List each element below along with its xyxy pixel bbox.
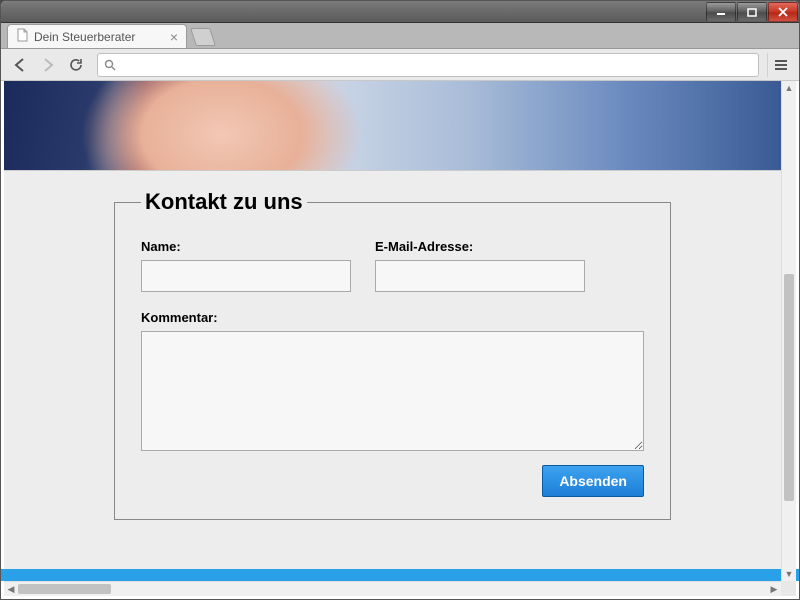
contact-form-container: Kontakt zu uns Name: E-Mail-Adresse: Kom… xyxy=(114,189,671,540)
browser-menu-button[interactable] xyxy=(767,53,793,77)
reload-button[interactable] xyxy=(63,53,89,77)
new-tab-button[interactable] xyxy=(190,28,216,46)
back-button[interactable] xyxy=(7,53,33,77)
contact-fieldset: Kontakt zu uns Name: E-Mail-Adresse: Kom… xyxy=(114,189,671,520)
comment-label: Kommentar: xyxy=(141,310,644,325)
tab-close-icon[interactable]: × xyxy=(170,30,178,44)
window-minimize-button[interactable] xyxy=(706,2,736,22)
tab-strip: Dein Steuerberater × xyxy=(1,23,799,49)
form-legend: Kontakt zu uns xyxy=(141,189,307,215)
browser-toolbar xyxy=(1,49,799,81)
address-bar[interactable] xyxy=(97,53,759,77)
header-banner-image xyxy=(4,81,781,171)
comment-textarea[interactable] xyxy=(141,331,644,451)
scroll-right-arrow-icon[interactable]: ▶ xyxy=(767,582,781,596)
scroll-left-arrow-icon[interactable]: ◀ xyxy=(4,582,18,596)
email-input[interactable] xyxy=(375,260,585,292)
window-close-button[interactable] xyxy=(768,2,798,22)
email-label: E-Mail-Adresse: xyxy=(375,239,585,254)
vertical-scrollbar[interactable]: ▲ ▼ xyxy=(781,81,796,581)
browser-tab[interactable]: Dein Steuerberater × xyxy=(7,24,187,48)
vertical-scroll-thumb[interactable] xyxy=(784,274,794,501)
submit-button[interactable]: Absenden xyxy=(542,465,644,497)
name-label: Name: xyxy=(141,239,351,254)
page-viewport: Kontakt zu uns Name: E-Mail-Adresse: Kom… xyxy=(4,81,781,581)
name-input[interactable] xyxy=(141,260,351,292)
window-maximize-button[interactable] xyxy=(737,2,767,22)
browser-window: Dein Steuerberater × Kontakt zu uns xyxy=(0,0,800,600)
scroll-up-arrow-icon[interactable]: ▲ xyxy=(782,81,796,95)
page-icon xyxy=(16,28,28,45)
tab-title: Dein Steuerberater xyxy=(34,30,135,44)
horizontal-scrollbar[interactable]: ◀ ▶ xyxy=(4,581,781,596)
window-titlebar xyxy=(1,1,799,23)
scroll-corner xyxy=(781,581,796,596)
horizontal-scroll-thumb[interactable] xyxy=(18,584,111,594)
search-icon xyxy=(104,59,116,71)
forward-button[interactable] xyxy=(35,53,61,77)
scroll-down-arrow-icon[interactable]: ▼ xyxy=(782,567,796,581)
footer-stripe xyxy=(1,569,799,581)
